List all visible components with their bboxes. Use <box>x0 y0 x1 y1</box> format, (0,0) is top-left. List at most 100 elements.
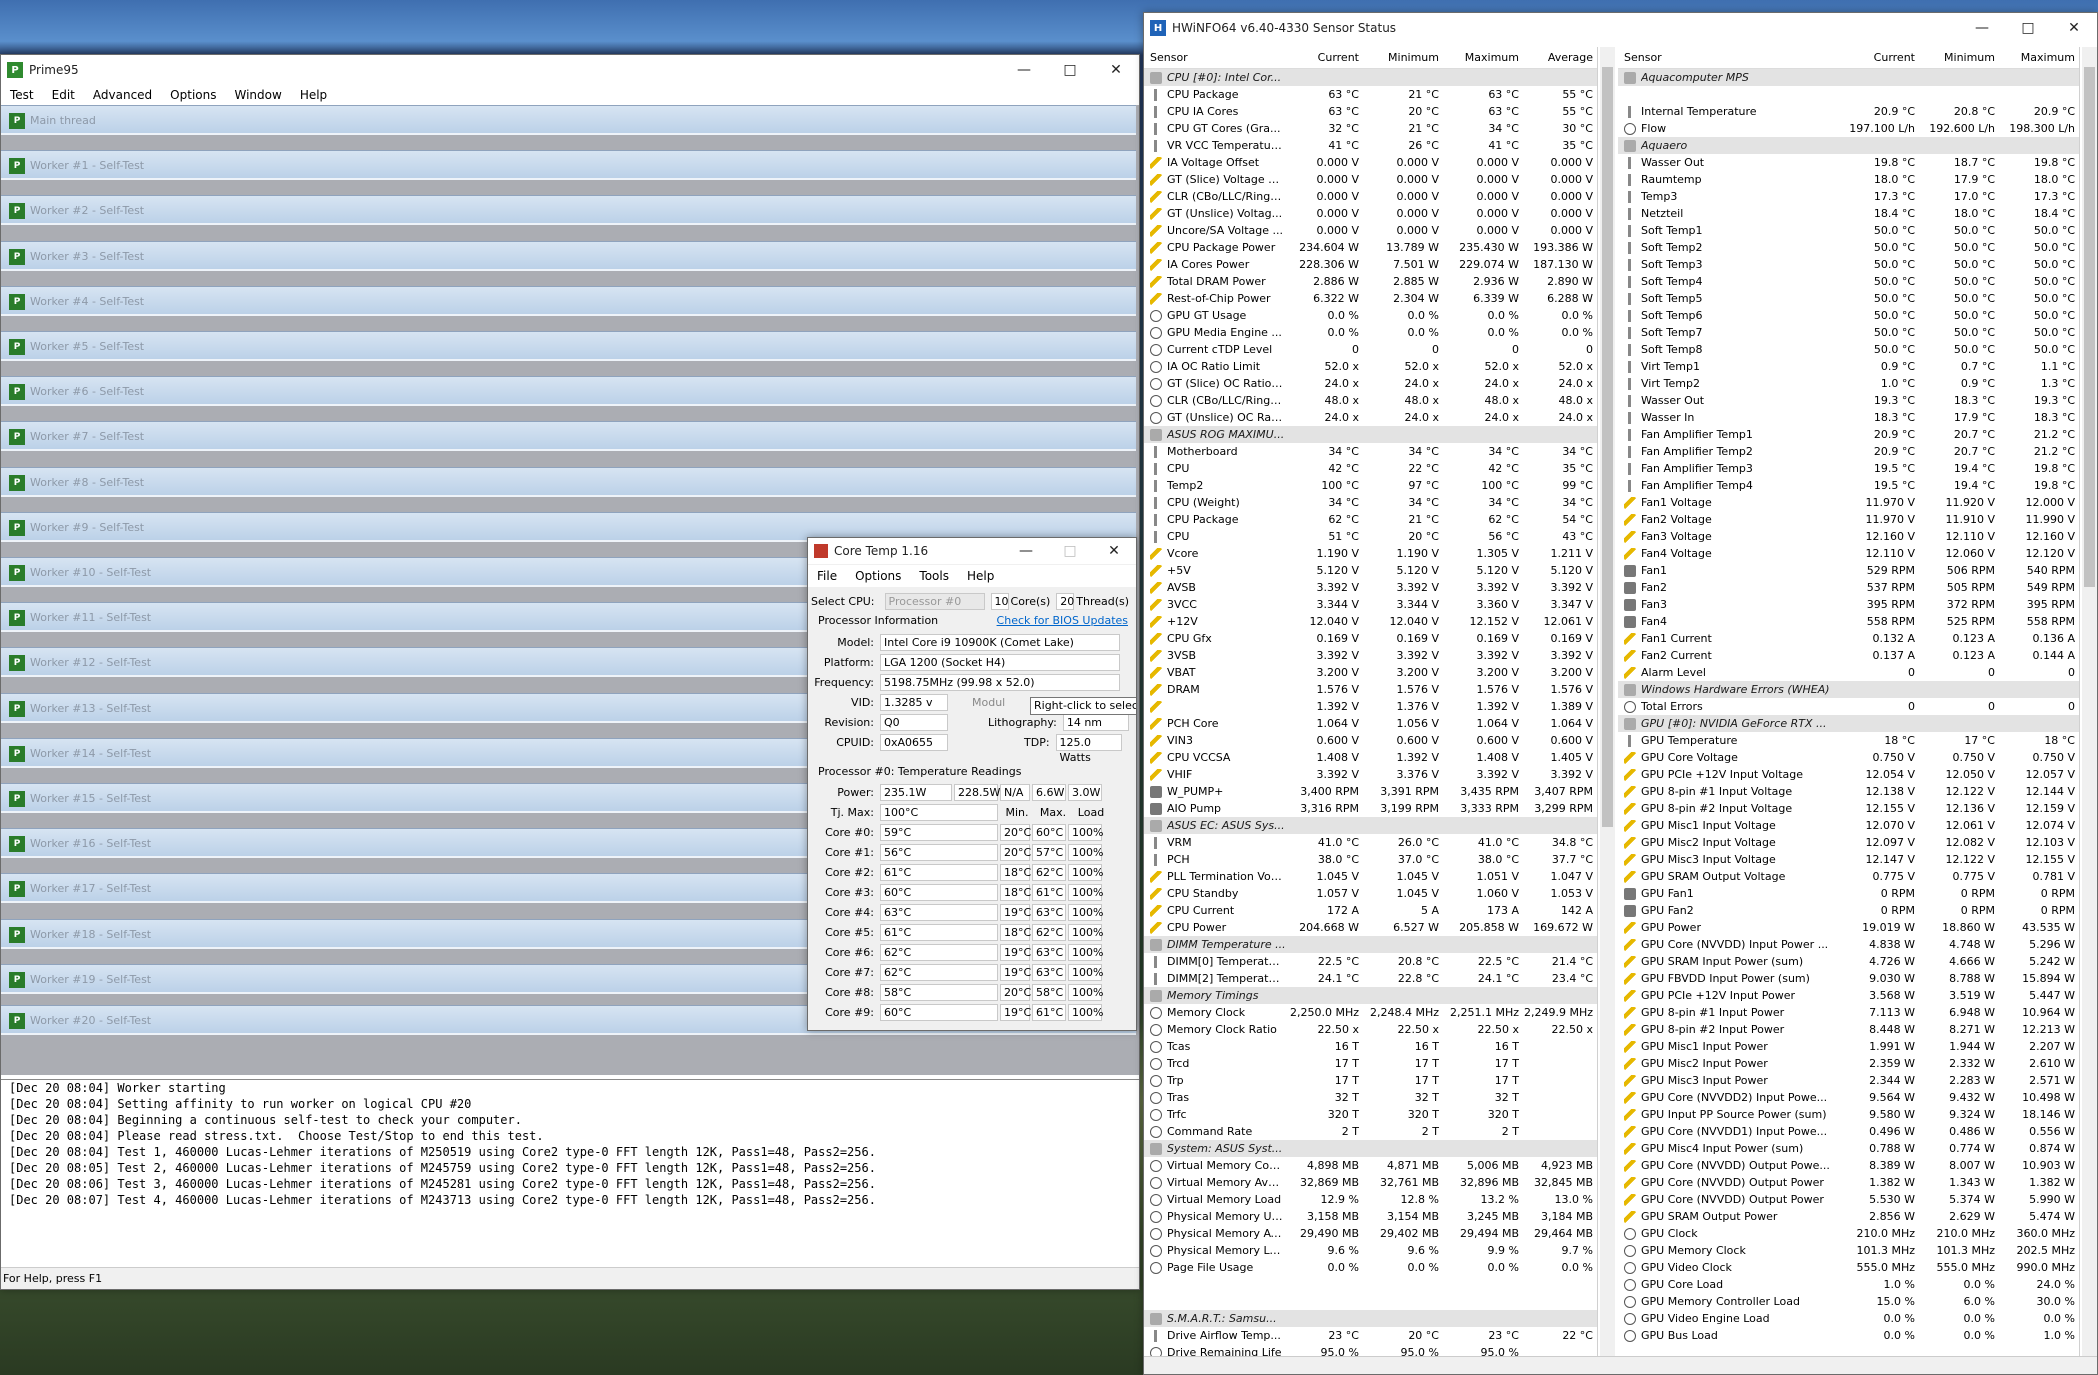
thread-window[interactable]: P Worker #6 - Self-Test <box>1 376 1136 407</box>
thread-window[interactable]: P Worker #8 - Self-Test <box>1 466 1136 497</box>
sensor-row[interactable]: AIO Pump 3,316 RPM 3,199 RPM 3,333 RPM 3,299… <box>1144 800 1597 817</box>
menu-edit[interactable]: Edit <box>43 88 84 102</box>
sensor-row[interactable]: Tcas 16 T 16 T 16 T <box>1144 1038 1597 1055</box>
sensor-row[interactable]: GPU SRAM Output Power 2.856 W 2.629 W 5.474… <box>1618 1208 2079 1225</box>
menu-options[interactable]: Options <box>161 88 225 102</box>
hwinfo-titlebar[interactable]: H HWiNFO64 v6.40-4330 Sensor Status — □ … <box>1144 13 2097 43</box>
sensor-row[interactable]: 1.392 V 1.376 V 1.392 V 1.389 V <box>1144 698 1597 715</box>
sensor-row[interactable]: Fan3 395 RPM 372 RPM 395 RPM <box>1618 596 2079 613</box>
sensor-group-header[interactable]: Aquaero <box>1618 137 2079 154</box>
sensor-row[interactable]: GPU Core Voltage 0.750 V 0.750 V 0.750 V <box>1618 749 2079 766</box>
sensor-row[interactable]: GPU Core Load 1.0 % 0.0 % 24.0 % <box>1618 1276 2079 1293</box>
sensor-row[interactable]: Physical Memory Load 9.6 % 9.6 % 9.9 % 9.7 % <box>1144 1242 1597 1259</box>
menu-help[interactable]: Help <box>291 88 336 102</box>
sensor-row[interactable]: CPU Gfx 0.169 V 0.169 V 0.169 V 0.169 V <box>1144 630 1597 647</box>
column-header[interactable]: Sensor <box>1618 51 1839 64</box>
sensor-row[interactable]: Trfc 320 T 320 T 320 T <box>1144 1106 1597 1123</box>
maximize-button[interactable]: □ <box>2005 13 2051 43</box>
sensor-row[interactable]: Flow 197.100 L/h 192.600 L/h 198.300 L/h <box>1618 120 2079 137</box>
sensor-group-header[interactable]: System: ASUS Syst... <box>1144 1140 1597 1157</box>
sensor-row[interactable]: GPU Misc1 Input Voltage 12.070 V 12.061 V 1… <box>1618 817 2079 834</box>
sensor-row[interactable]: GT (Slice) OC Ratio ... 24.0 x 24.0 x 24.0 … <box>1144 375 1597 392</box>
sensor-row[interactable]: GPU SRAM Output Voltage 0.775 V 0.775 V 0.7… <box>1618 868 2079 885</box>
sensor-row[interactable]: GPU Core (NVVDD) Output Power 1.382 W 1.34… <box>1618 1174 2079 1191</box>
processor-select[interactable]: Processor #0 <box>884 593 985 610</box>
sensor-row[interactable]: GPU PCIe +12V Input Voltage 12.054 V 12.05… <box>1618 766 2079 783</box>
sensor-group-header[interactable]: ASUS EC: ASUS Sys... <box>1144 817 1597 834</box>
sensor-group-header[interactable]: Aquacomputer MPS <box>1618 69 2079 86</box>
menu-advanced[interactable]: Advanced <box>84 88 161 102</box>
sensor-row[interactable]: +12V 12.040 V 12.040 V 12.152 V 12.061 V <box>1144 613 1597 630</box>
column-header[interactable]: Sensor <box>1144 51 1283 64</box>
menu-test[interactable]: Test <box>1 88 43 102</box>
sensor-row[interactable]: Trcd 17 T 17 T 17 T <box>1144 1055 1597 1072</box>
menu-options[interactable]: Options <box>846 569 910 583</box>
sensor-row[interactable]: IA OC Ratio Limit 52.0 x 52.0 x 52.0 x 52.0 … <box>1144 358 1597 375</box>
sensor-row[interactable]: Drive Remaining Life 95.0 % 95.0 % 95.0 % <box>1144 1344 1597 1356</box>
sensor-row[interactable]: DIMM[2] Temperature 24.1 °C 22.8 °C 24.1 °C… <box>1144 970 1597 987</box>
sensor-row[interactable]: VR VCC Temperatur... 41 °C 26 °C 41 °C 35 °C <box>1144 137 1597 154</box>
sensor-row[interactable]: Drive Airflow Temp... 23 °C 20 °C 23 °C 22 °… <box>1144 1327 1597 1344</box>
thread-window[interactable]: P Worker #1 - Self-Test <box>1 150 1136 181</box>
column-header[interactable]: Maximum <box>1999 51 2079 64</box>
sensor-row[interactable]: GPU GT Usage 0.0 % 0.0 % 0.0 % 0.0 % <box>1144 307 1597 324</box>
sensor-row[interactable]: GT (Unslice) OC Rat... 24.0 x 24.0 x 24.0 x… <box>1144 409 1597 426</box>
sensor-row[interactable]: IA Cores Power 228.306 W 7.501 W 229.074 W 1… <box>1144 256 1597 273</box>
sensor-row[interactable]: GPU Memory Clock 101.3 MHz 101.3 MHz 202.5 … <box>1618 1242 2079 1259</box>
sensor-row[interactable]: CPU Power 204.668 W 6.527 W 205.858 W 169.67… <box>1144 919 1597 936</box>
minimize-button[interactable]: — <box>1959 13 2005 43</box>
sensor-row[interactable]: Virtual Memory Com... 4,898 MB 4,871 MB 5,0… <box>1144 1157 1597 1174</box>
sensor-row[interactable]: CPU Current 172 A 5 A 173 A 142 A <box>1144 902 1597 919</box>
sensor-row[interactable]: Command Rate 2 T 2 T 2 T <box>1144 1123 1597 1140</box>
sensor-row[interactable]: GPU Memory Controller Load 15.0 % 6.0 % 30.… <box>1618 1293 2079 1310</box>
sensor-row[interactable]: GT (Slice) Voltage O... 0.000 V 0.000 V 0.0… <box>1144 171 1597 188</box>
sensor-row[interactable]: CLR (CBo/LLC/Ring)... 48.0 x 48.0 x 48.0 x 4… <box>1144 392 1597 409</box>
sensor-row[interactable]: CPU GT Cores (Gra... 32 °C 21 °C 34 °C 30 °C <box>1144 120 1597 137</box>
sensor-row[interactable]: Tras 32 T 32 T 32 T <box>1144 1089 1597 1106</box>
sensor-row[interactable]: Wasser Out 19.8 °C 18.7 °C 19.8 °C <box>1618 154 2079 171</box>
sensor-row[interactable]: Soft Temp8 50.0 °C 50.0 °C 50.0 °C <box>1618 341 2079 358</box>
sensor-row[interactable]: Soft Temp7 50.0 °C 50.0 °C 50.0 °C <box>1618 324 2079 341</box>
sensor-row[interactable]: Fan4 Voltage 12.110 V 12.060 V 12.120 V <box>1618 545 2079 562</box>
sensor-row[interactable]: Page File Usage 0.0 % 0.0 % 0.0 % 0.0 % <box>1144 1259 1597 1276</box>
sensor-row[interactable]: Physical Memory Av... 29,490 MB 29,402 MB 2… <box>1144 1225 1597 1242</box>
sensor-row[interactable]: Soft Temp6 50.0 °C 50.0 °C 50.0 °C <box>1618 307 2079 324</box>
sensor-row[interactable]: AVSB 3.392 V 3.392 V 3.392 V 3.392 V <box>1144 579 1597 596</box>
sensor-group-header[interactable]: DIMM Temperature ... <box>1144 936 1597 953</box>
sensor-row[interactable]: CPU Package 63 °C 21 °C 63 °C 55 °C <box>1144 86 1597 103</box>
sensor-group-header[interactable]: CPU [#0]: Intel Cor... <box>1144 69 1597 86</box>
sensor-row[interactable]: Memory Clock 2,250.0 MHz 2,248.4 MHz 2,251.… <box>1144 1004 1597 1021</box>
hwinfo-window[interactable]: H HWiNFO64 v6.40-4330 Sensor Status — □ … <box>1143 12 2098 1375</box>
column-header[interactable]: Minimum <box>1919 51 1999 64</box>
sensor-row[interactable]: PCH 38.0 °C 37.0 °C 38.0 °C 37.7 °C <box>1144 851 1597 868</box>
sensor-row[interactable]: VIN3 0.600 V 0.600 V 0.600 V 0.600 V <box>1144 732 1597 749</box>
sensor-row[interactable]: Fan1 Voltage 11.970 V 11.920 V 12.000 V <box>1618 494 2079 511</box>
sensor-row[interactable]: CPU IA Cores 63 °C 20 °C 63 °C 55 °C <box>1144 103 1597 120</box>
column-header[interactable]: Average <box>1523 51 1597 64</box>
sensor-row[interactable]: CLR (CBo/LLC/Ring)... 0.000 V 0.000 V 0.000… <box>1144 188 1597 205</box>
sensor-row[interactable]: Soft Temp2 50.0 °C 50.0 °C 50.0 °C <box>1618 239 2079 256</box>
sensor-row[interactable]: GPU PCIe +12V Input Power 3.568 W 3.519 W 5… <box>1618 987 2079 1004</box>
sensor-row[interactable]: GPU Core (NVVDD2) Input Powe... 9.564 W 9.… <box>1618 1089 2079 1106</box>
menu-help[interactable]: Help <box>958 569 1003 583</box>
sensor-row[interactable]: GPU Core (NVVDD) Output Power 5.530 W 5.37… <box>1618 1191 2079 1208</box>
sensor-group-header[interactable]: ASUS ROG MAXIMU... <box>1144 426 1597 443</box>
sensor-row[interactable]: CPU Package 62 °C 21 °C 62 °C 54 °C <box>1144 511 1597 528</box>
bios-update-link[interactable]: Check for BIOS Updates <box>997 614 1128 627</box>
sensor-row[interactable]: GPU 8-pin #1 Input Power 7.113 W 6.948 W 10… <box>1618 1004 2079 1021</box>
sensor-row[interactable]: Vcore 1.190 V 1.190 V 1.305 V 1.211 V <box>1144 545 1597 562</box>
sensor-row[interactable]: Soft Temp3 50.0 °C 50.0 °C 50.0 °C <box>1618 256 2079 273</box>
sensor-row[interactable]: Motherboard 34 °C 34 °C 34 °C 34 °C <box>1144 443 1597 460</box>
sensor-row[interactable]: GPU 8-pin #2 Input Power 8.448 W 8.271 W 12… <box>1618 1021 2079 1038</box>
sensor-table-right[interactable]: Sensor Current Minimum Maximum Aquacomputer … <box>1618 47 2080 1356</box>
sensor-row[interactable]: Physical Memory Used 3,158 MB 3,154 MB 3,24… <box>1144 1208 1597 1225</box>
sensor-row[interactable]: CPU Standby 1.057 V 1.045 V 1.060 V 1.053 V <box>1144 885 1597 902</box>
sensor-row[interactable]: Fan Amplifier Temp2 20.9 °C 20.7 °C 21.2 °C <box>1618 443 2079 460</box>
sensor-row[interactable]: Fan1 Current 0.132 A 0.123 A 0.136 A <box>1618 630 2079 647</box>
prime95-titlebar[interactable]: P Prime95 — □ ✕ <box>1 55 1139 85</box>
sensor-group-header[interactable]: S.M.A.R.T.: Samsu... <box>1144 1310 1597 1327</box>
sensor-row[interactable]: DRAM 1.576 V 1.576 V 1.576 V 1.576 V <box>1144 681 1597 698</box>
sensor-row[interactable]: GPU Misc3 Input Voltage 12.147 V 12.122 V 1… <box>1618 851 2079 868</box>
column-header[interactable]: Maximum <box>1443 51 1523 64</box>
sensor-row[interactable]: GPU Misc2 Input Power 2.359 W 2.332 W 2.610… <box>1618 1055 2079 1072</box>
